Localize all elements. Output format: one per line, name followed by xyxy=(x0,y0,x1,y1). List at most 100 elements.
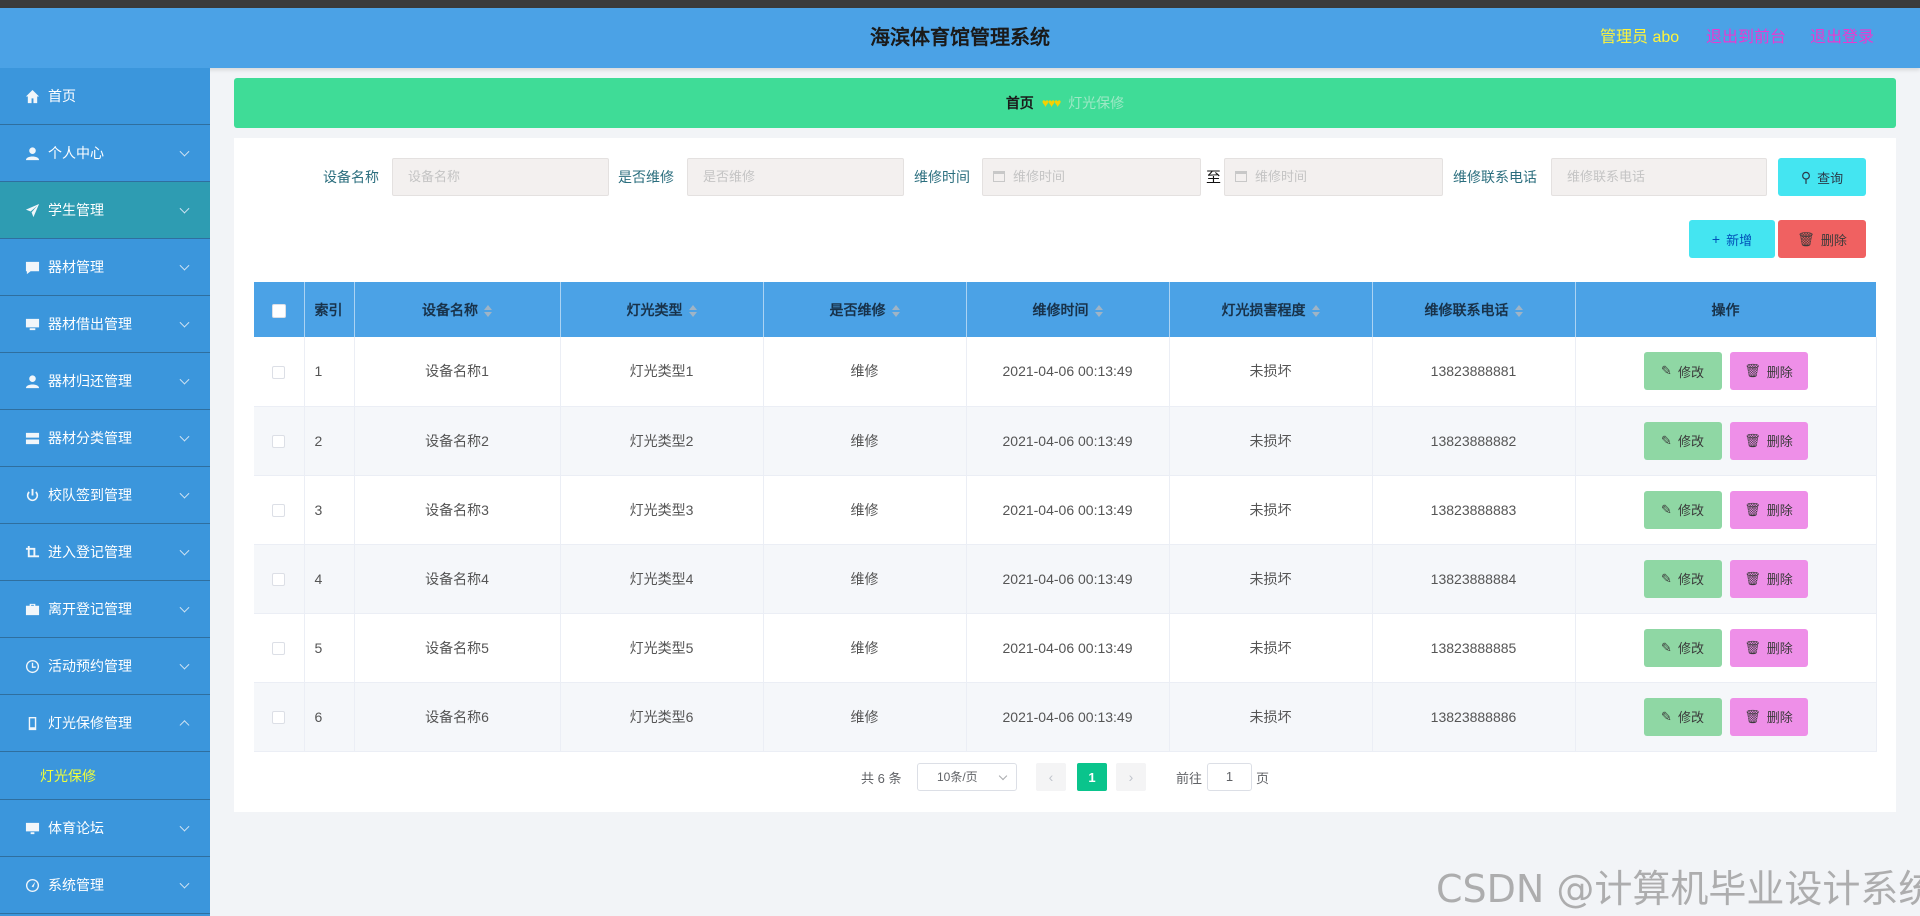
column-header-damage[interactable]: 灯光损害程度 xyxy=(1169,282,1373,337)
column-header-repair-time[interactable]: 维修时间 xyxy=(966,282,1170,337)
sidebar-subitem-light-repair[interactable]: 灯光保修 xyxy=(0,752,210,800)
sidebar-item-equipment-category[interactable]: 器材分类管理 xyxy=(0,410,210,467)
column-header-label: 灯光损害程度 xyxy=(1221,301,1306,318)
search-button[interactable]: ⚲ 查询 xyxy=(1778,158,1866,196)
sidebar-item-label: 个人中心 xyxy=(48,145,104,161)
edit-button[interactable]: ✎ 修改 xyxy=(1643,559,1722,598)
edit-button[interactable]: ✎ 修改 xyxy=(1643,697,1722,736)
column-header-label: 是否维修 xyxy=(829,301,886,318)
add-button[interactable]: + 新增 xyxy=(1689,220,1775,258)
device-name-input[interactable]: 设备名称 xyxy=(392,158,609,196)
delete-button-label: 删除 xyxy=(1766,572,1793,587)
page-size-select[interactable]: 10条/页 xyxy=(917,763,1017,791)
sidebar-item-sports-forum[interactable]: 体育论坛 xyxy=(0,800,210,857)
chevron-down-icon xyxy=(179,821,190,832)
chevron-right-icon: › xyxy=(1128,769,1134,785)
edit-button[interactable]: ✎ 修改 xyxy=(1643,352,1722,391)
page-number-button[interactable]: 1 xyxy=(1077,763,1107,791)
cell-light-type: 灯光类型5 xyxy=(560,613,764,683)
row-checkbox[interactable] xyxy=(272,504,286,518)
exit-to-front-link[interactable]: 退出到前台 xyxy=(1706,8,1786,68)
select-all-checkbox[interactable] xyxy=(271,303,286,318)
chevron-down-icon xyxy=(179,488,190,499)
delete-button[interactable]: 🗑 删除 xyxy=(1729,697,1808,736)
sidebar: 首页 个人中心 学生管理 器材管理 器材借出管理 器材归还管理 器材分类管理 校… xyxy=(0,68,210,916)
heart-separator-icon: ♥♥♥ xyxy=(1041,96,1061,110)
row-checkbox[interactable] xyxy=(272,435,286,449)
cell-actions: ✎ 修改 🗑 删除 xyxy=(1575,475,1877,545)
chevron-down-icon xyxy=(998,771,1008,781)
sidebar-item-activity-booking[interactable]: 活动预约管理 xyxy=(0,638,210,695)
edit-button[interactable]: ✎ 修改 xyxy=(1643,628,1722,667)
sidebar-item-personal-center[interactable]: 个人中心 xyxy=(0,125,210,182)
sidebar-item-equipment[interactable]: 器材管理 xyxy=(0,239,210,296)
sort-icon[interactable] xyxy=(1514,304,1523,317)
repair-time-end-input[interactable]: 维修时间 xyxy=(1224,158,1443,196)
repair-status-input[interactable]: 是否维修 xyxy=(687,158,904,196)
sidebar-item-label: 灯光保修管理 xyxy=(48,715,132,731)
sidebar-item-equipment-return[interactable]: 器材归还管理 xyxy=(0,353,210,410)
logout-link[interactable]: 退出登录 xyxy=(1810,8,1874,68)
column-header-device-name[interactable]: 设备名称 xyxy=(354,282,561,337)
sort-icon[interactable] xyxy=(1094,304,1103,317)
table-header-row: 索引 设备名称 灯光类型 是否维修 维修时间 灯光损害程度 维修联系电话 操作 xyxy=(254,282,1877,337)
gauge-icon xyxy=(24,877,40,893)
send-icon xyxy=(24,202,40,218)
user-icon xyxy=(24,373,40,389)
sidebar-item-label: 首页 xyxy=(48,88,76,104)
delete-button[interactable]: 🗑 删除 xyxy=(1729,352,1808,391)
prev-page-button[interactable]: ‹ xyxy=(1036,763,1066,791)
column-header-repair[interactable]: 是否维修 xyxy=(763,282,967,337)
breadcrumb-home[interactable]: 首页 xyxy=(1006,93,1034,113)
row-checkbox[interactable] xyxy=(272,366,286,380)
sidebar-item-students[interactable]: 学生管理 xyxy=(0,182,210,239)
delete-button[interactable]: 🗑 删除 xyxy=(1729,628,1808,667)
sidebar-item-team-checkin[interactable]: 校队签到管理 xyxy=(0,467,210,524)
goto-page-input[interactable]: 1 xyxy=(1207,763,1252,791)
sidebar-item-light-repair-management[interactable]: 灯光保修管理 xyxy=(0,695,210,752)
edit-icon: ✎ xyxy=(1661,639,1672,655)
repair-table: 索引 设备名称 灯光类型 是否维修 维修时间 灯光损害程度 维修联系电话 操作 … xyxy=(254,282,1877,752)
delete-button[interactable]: 🗑 删除 xyxy=(1729,559,1808,598)
sidebar-item-label: 学生管理 xyxy=(48,202,104,218)
chat-icon xyxy=(24,259,40,275)
edit-button-label: 修改 xyxy=(1677,434,1704,449)
edit-button[interactable]: ✎ 修改 xyxy=(1643,421,1722,460)
trash-icon: 🗑 xyxy=(1744,570,1761,586)
edit-button[interactable]: ✎ 修改 xyxy=(1643,490,1722,529)
batch-delete-button[interactable]: 🗑 删除 xyxy=(1778,220,1866,258)
row-checkbox[interactable] xyxy=(272,573,286,587)
sidebar-item-equipment-lending[interactable]: 器材借出管理 xyxy=(0,296,210,353)
row-checkbox[interactable] xyxy=(272,642,286,656)
sidebar-item-home[interactable]: 首页 xyxy=(0,68,210,125)
sidebar-item-entry-registration[interactable]: 进入登记管理 xyxy=(0,524,210,581)
sidebar-item-label: 器材归还管理 xyxy=(48,373,132,389)
sort-icon[interactable] xyxy=(1311,304,1320,317)
column-header-phone[interactable]: 维修联系电话 xyxy=(1372,282,1576,337)
row-checkbox[interactable] xyxy=(272,711,286,725)
next-page-button[interactable]: › xyxy=(1116,763,1146,791)
column-header-light-type[interactable]: 灯光类型 xyxy=(560,282,764,337)
trash-icon: 🗑 xyxy=(1744,501,1761,517)
cell-repair-time: 2021-04-06 00:13:49 xyxy=(966,544,1170,614)
sidebar-item-exit-registration[interactable]: 离开登记管理 xyxy=(0,581,210,638)
sort-icon[interactable] xyxy=(891,304,900,317)
chevron-down-icon xyxy=(179,878,190,889)
cell-device-name: 设备名称1 xyxy=(354,337,561,407)
sidebar-item-system-management[interactable]: 系统管理 xyxy=(0,857,210,914)
cell-repair-time: 2021-04-06 00:13:49 xyxy=(966,613,1170,683)
edit-icon: ✎ xyxy=(1661,363,1672,379)
cell-phone: 13823888882 xyxy=(1372,406,1576,476)
sidebar-item-label: 体育论坛 xyxy=(48,820,104,836)
sidebar-item-label: 器材借出管理 xyxy=(48,316,132,332)
repair-time-start-input[interactable]: 维修时间 xyxy=(982,158,1201,196)
delete-button[interactable]: 🗑 删除 xyxy=(1729,490,1808,529)
delete-button[interactable]: 🗑 删除 xyxy=(1729,421,1808,460)
repair-phone-input[interactable]: 维修联系电话 xyxy=(1551,158,1767,196)
sort-icon[interactable] xyxy=(688,304,697,317)
cell-repair: 维修 xyxy=(763,613,967,683)
sort-icon[interactable] xyxy=(484,304,492,317)
row-select-cell xyxy=(254,406,305,476)
cell-damage: 未损坏 xyxy=(1169,337,1373,407)
search-button-label: 查询 xyxy=(1817,170,1844,186)
